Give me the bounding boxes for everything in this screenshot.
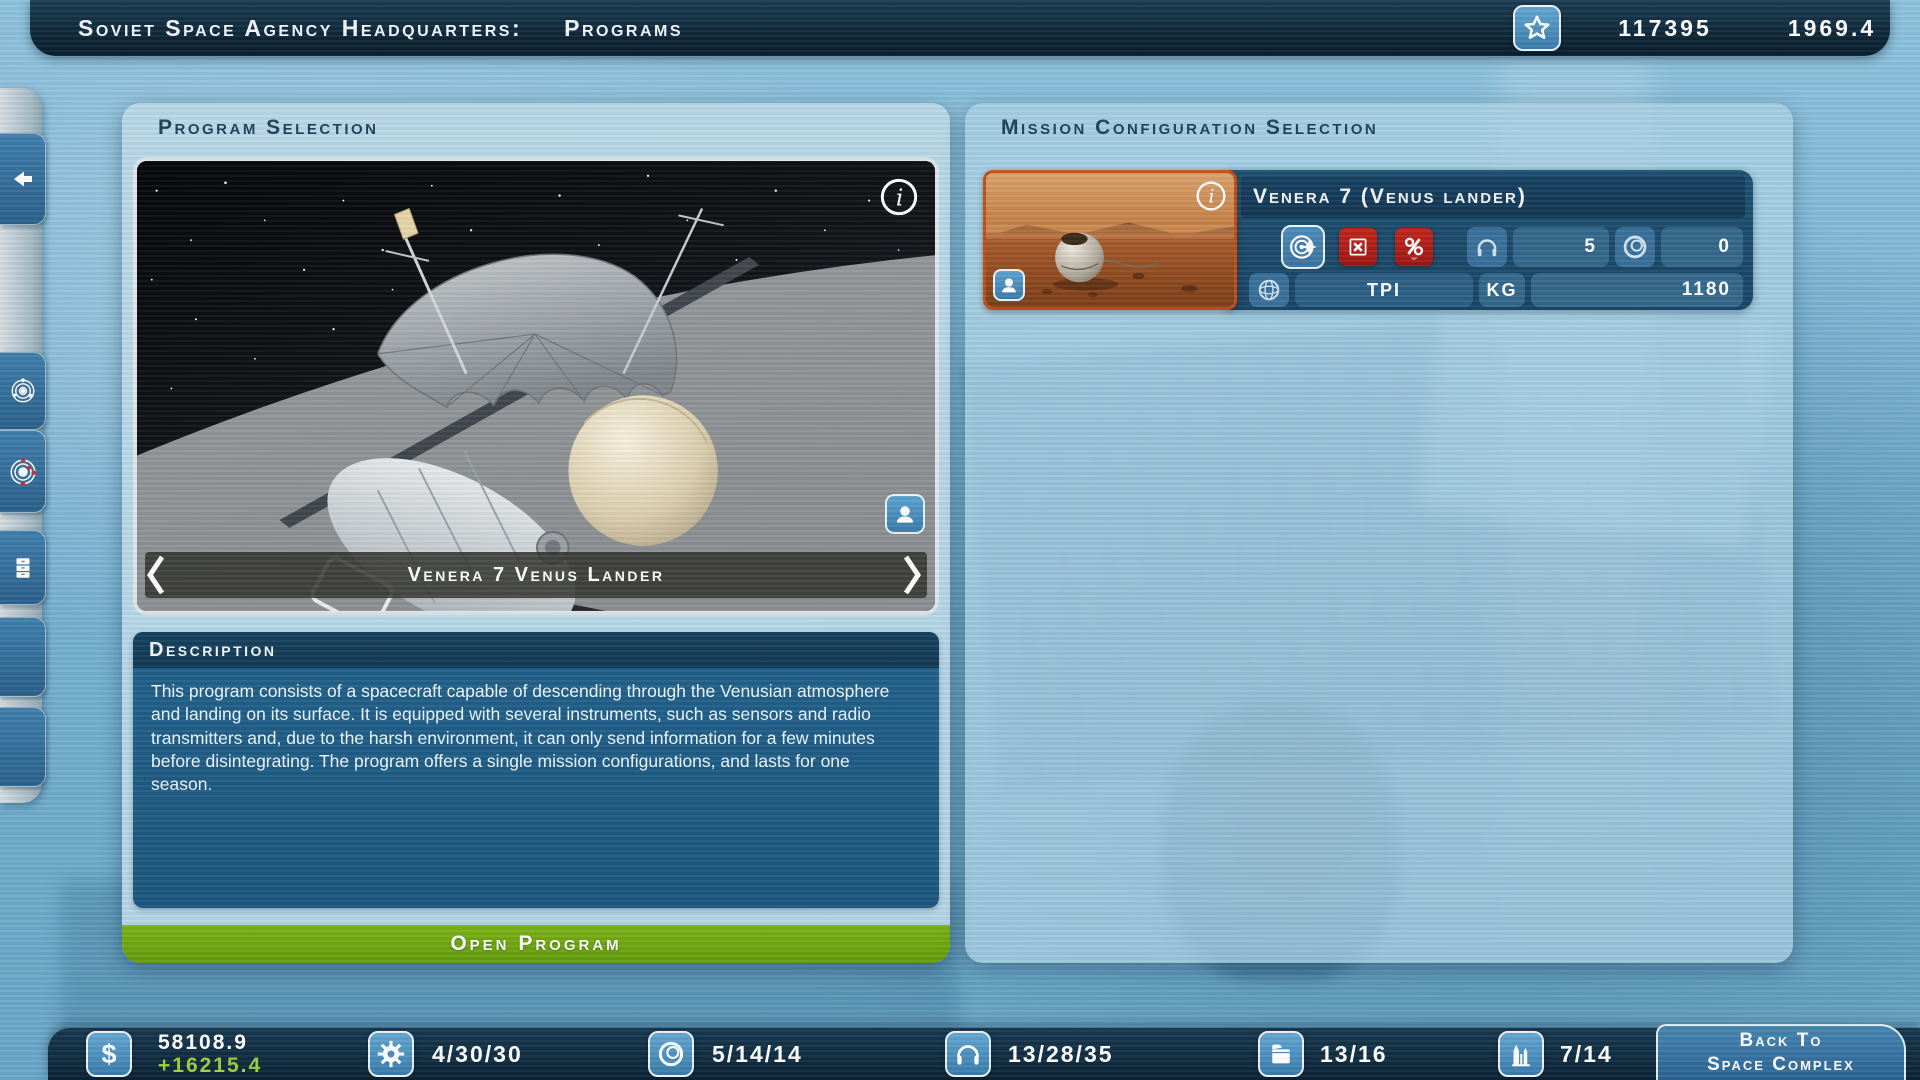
headphones-icon [953,1039,983,1069]
controllers-icon-chip [1467,227,1507,267]
funds-delta: +16215.4 [158,1054,262,1077]
orbit-alert-icon [8,457,38,487]
mission-thumbnail[interactable]: i [983,170,1237,310]
mission-stats-row: TPI KG 1180 [1249,273,1743,307]
svg-text:i: i [896,183,903,211]
controllers-count: 13/28/35 [1008,1028,1114,1080]
page-title: Soviet Space Agency Headquarters: Progra… [78,0,683,56]
rockets-icon [1506,1039,1536,1069]
svg-text:i: i [1209,187,1215,208]
star-icon [1522,13,1552,43]
page-title-section: Programs [564,15,683,42]
engineers-count: 4/30/30 [432,1028,523,1080]
astronaut-helmet-icon [1621,233,1649,261]
funds-chip: $ [86,1031,132,1077]
mission-trajectory-chip [1281,225,1325,269]
astronauts-count: 5/14/14 [712,1028,803,1080]
headphones-icon [1474,234,1500,260]
boxed-x-icon [1345,234,1371,260]
mission-configuration-panel: Mission Configuration Selection [965,103,1793,963]
mission-info-icon[interactable]: i [1195,180,1227,212]
back-button-line2: Space Complex [1707,1053,1855,1077]
page-title-location: Soviet Space Agency Headquarters: [78,15,522,42]
mass-value: 1180 [1531,273,1743,307]
funds-block: 58108.9 +16215.4 [158,1031,262,1077]
mission-title: Venera 7 (Venus lander) [1241,176,1745,218]
maneuver-type-label: TPI [1295,273,1473,307]
info-icon: i [1195,180,1227,212]
left-arrow-icon [9,167,37,191]
engineers-chip [368,1031,414,1077]
prestige-value: 117395 [1575,0,1755,56]
game-date: 1969.4 [1742,0,1920,56]
file-box-icon [1267,1040,1295,1068]
program-selection-panel: Program Selection [122,103,950,963]
sidebar-back-tab[interactable] [0,133,46,225]
mission-panel-header: Mission Configuration Selection [1001,116,1378,140]
sidebar [0,88,42,803]
portrait-icon [892,501,918,527]
description-panel: Description This program consists of a s… [133,632,939,908]
spacecraft-render [137,161,935,611]
top-bar: Soviet Space Agency Headquarters: Progra… [30,0,1890,56]
mission-crew-requirements: 5 0 [1467,227,1743,267]
back-to-space-complex-button[interactable]: Back To Space Complex [1656,1024,1906,1080]
program-image-frame: i Venera 7 Venus Lander [133,157,939,615]
back-button-line1: Back To [1740,1029,1823,1053]
controllers-chip [945,1031,991,1077]
programs-chip [1258,1031,1304,1077]
carousel-program-name: Venera 7 Venus Lander [408,564,665,587]
description-text: This program consists of a spacecraft ca… [133,668,923,796]
planet-icon-chip [1249,273,1289,307]
sidebar-orbit-alerts-tab[interactable] [0,430,46,513]
mission-percent-chip [1395,228,1433,266]
portrait-icon [998,274,1020,296]
open-program-button[interactable]: Open Program [122,925,950,963]
mission-no-abort-chip [1339,228,1377,266]
orbit-dots-icon [9,377,37,405]
mission-card: i Venera 7 (Venus lander) [983,170,1753,310]
crew-icon-chip [1615,227,1655,267]
mission-portrait-badge [993,269,1025,301]
chevron-right-icon [899,553,925,597]
bottom-resource-bar: $ 58108.9 +16215.4 4/30/30 5/14/14 [48,1028,1920,1080]
rockets-chip [1498,1031,1544,1077]
gear-icon [376,1039,406,1069]
file-cabinet-icon [10,554,36,582]
program-panel-header: Program Selection [158,116,379,140]
description-header: Description [133,632,939,668]
program-info-icon[interactable]: i [879,177,919,217]
carousel-next-button[interactable] [899,553,929,597]
info-icon: i [879,177,919,217]
program-portrait-badge [885,494,925,534]
carousel-prev-button[interactable] [143,553,173,597]
mission-type-icons [1281,225,1433,269]
percent-icon [1400,233,1428,261]
astronaut-helmet-icon [656,1039,686,1069]
dollar-icon: $ [101,1039,116,1070]
sidebar-orbit-tracking-tab[interactable] [0,352,46,430]
program-carousel: Venera 7 Venus Lander [145,552,927,598]
prestige-star-icon [1513,5,1561,51]
sidebar-blank-tab-1[interactable] [0,617,46,697]
sidebar-archive-tab[interactable] [0,530,46,605]
chevron-left-icon [143,553,169,597]
mission-card-body: Venera 7 (Venus lander) [1227,170,1753,310]
programs-count: 13/16 [1320,1028,1388,1080]
funds-value: 58108.9 [158,1031,262,1054]
astronauts-chip [648,1031,694,1077]
mass-unit-label: KG [1479,273,1525,307]
rockets-count: 7/14 [1560,1028,1613,1080]
controllers-required-value: 5 [1513,227,1609,267]
sidebar-blank-tab-2[interactable] [0,707,46,787]
orbit-target-icon [1288,232,1318,262]
crew-required-value: 0 [1661,227,1743,267]
globe-icon [1256,277,1282,303]
